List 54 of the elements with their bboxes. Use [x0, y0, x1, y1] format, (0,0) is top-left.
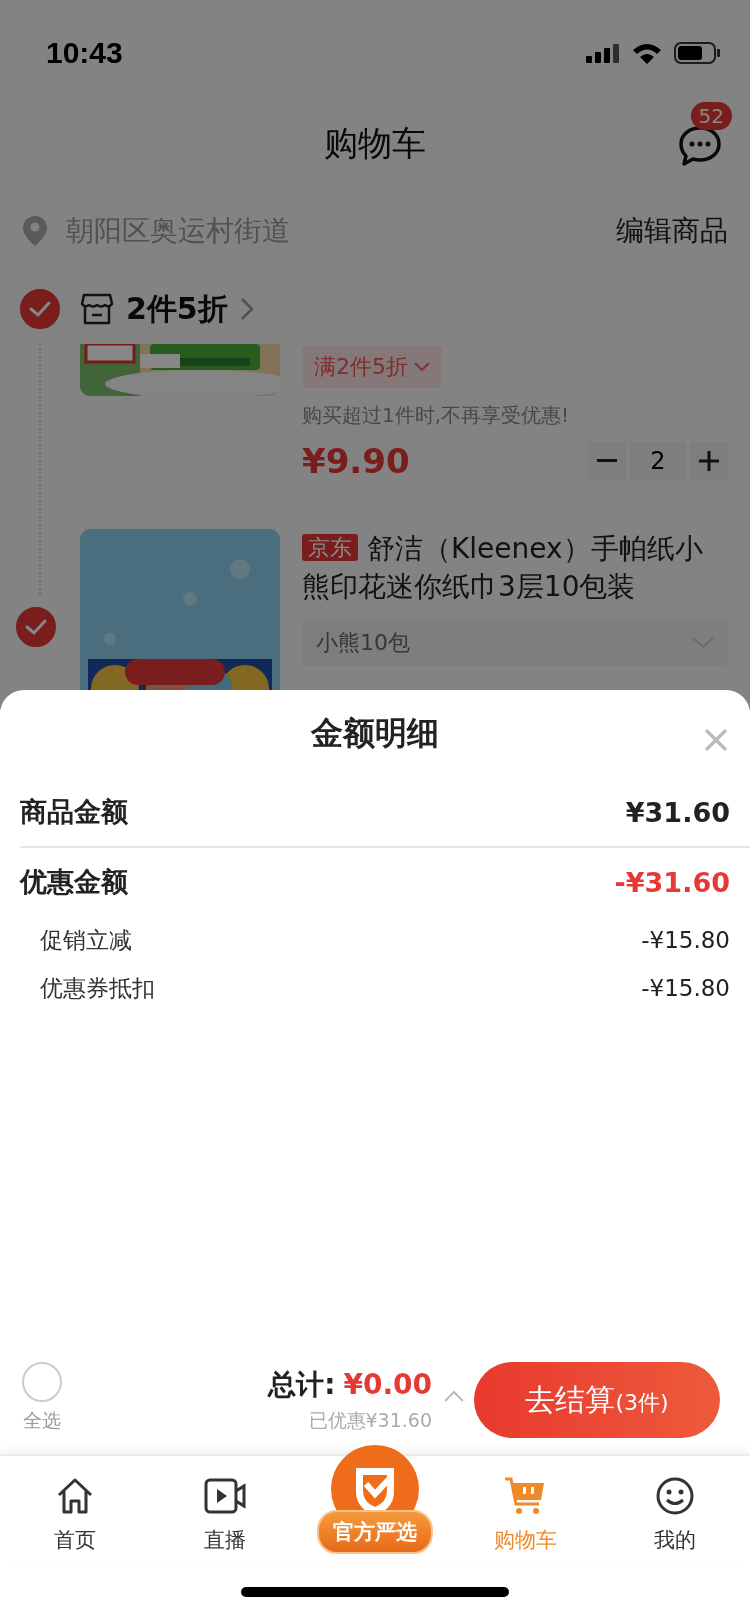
select-all-checkbox[interactable]	[22, 1362, 62, 1402]
minus-icon	[597, 459, 617, 463]
checkout-button[interactable]: 去结算(3件)	[474, 1362, 720, 1438]
decrease-button[interactable]	[588, 442, 626, 480]
source-tag: 京东	[302, 534, 358, 561]
chat-icon	[678, 124, 722, 168]
battery-icon	[674, 42, 720, 64]
sheet-title: 金额明细	[311, 713, 439, 754]
video-play-icon	[204, 1476, 246, 1516]
amount-value: -¥31.60	[614, 866, 730, 898]
tab[interactable]: 首页	[0, 1456, 150, 1560]
caret-down-icon	[414, 362, 430, 372]
amount-label: 优惠券抵扣	[40, 973, 155, 1003]
message-count-badge: 52	[690, 102, 732, 130]
amount-value: -¥15.80	[641, 975, 730, 1001]
store-icon	[80, 293, 114, 325]
amount-label: 促销立减	[40, 925, 132, 955]
tab[interactable]: 官方严选	[317, 1510, 433, 1554]
amount-value: ¥31.60	[625, 796, 730, 828]
increase-button[interactable]	[690, 442, 728, 480]
variant-dropdown[interactable]: 小熊10包	[302, 620, 728, 666]
signal-icon	[586, 43, 620, 63]
close-icon[interactable]	[704, 728, 728, 752]
amount-label: 优惠金额	[20, 865, 128, 899]
status-time: 10:43	[46, 36, 123, 70]
amount-label: 商品金额	[20, 795, 128, 829]
check-icon	[28, 299, 52, 319]
product-title[interactable]: $^{京东}$ 舒洁（Kleenex）手帕纸小熊印花迷你纸巾3层10包装	[302, 529, 728, 606]
store-promo-title[interactable]: 2件5折	[126, 288, 228, 330]
check-icon	[24, 617, 48, 637]
select-all-label: 全选	[23, 1408, 61, 1433]
tab[interactable]: 直播	[150, 1456, 300, 1560]
location-pin-icon	[22, 215, 48, 247]
caret-up-icon[interactable]	[444, 1390, 464, 1402]
quantity-field[interactable]: 2	[630, 442, 686, 480]
plus-icon	[699, 451, 719, 471]
saved-amount: 已优惠¥31.60	[308, 1408, 432, 1433]
page-title: 购物车	[324, 122, 426, 165]
cart-icon	[504, 1476, 546, 1516]
wifi-icon	[632, 42, 662, 64]
promo-note: 购买超过1件时,不再享受优惠!	[302, 402, 571, 429]
store-checkbox[interactable]	[20, 289, 60, 329]
edit-items-link[interactable]: 编辑商品	[616, 212, 728, 250]
total-label: 总计:	[268, 1367, 336, 1403]
tab[interactable]: 我的	[600, 1456, 750, 1560]
chevron-right-icon	[239, 297, 254, 321]
item-price: ¥9.90	[302, 441, 410, 481]
amount-value: -¥15.80	[641, 927, 730, 953]
item-checkbox[interactable]	[16, 607, 56, 647]
home-icon	[55, 1476, 95, 1516]
tab[interactable]: 购物车	[450, 1456, 600, 1560]
message-button[interactable]	[678, 124, 722, 168]
total-amount: ¥0.00	[343, 1368, 432, 1401]
smiley-icon	[655, 1476, 695, 1516]
